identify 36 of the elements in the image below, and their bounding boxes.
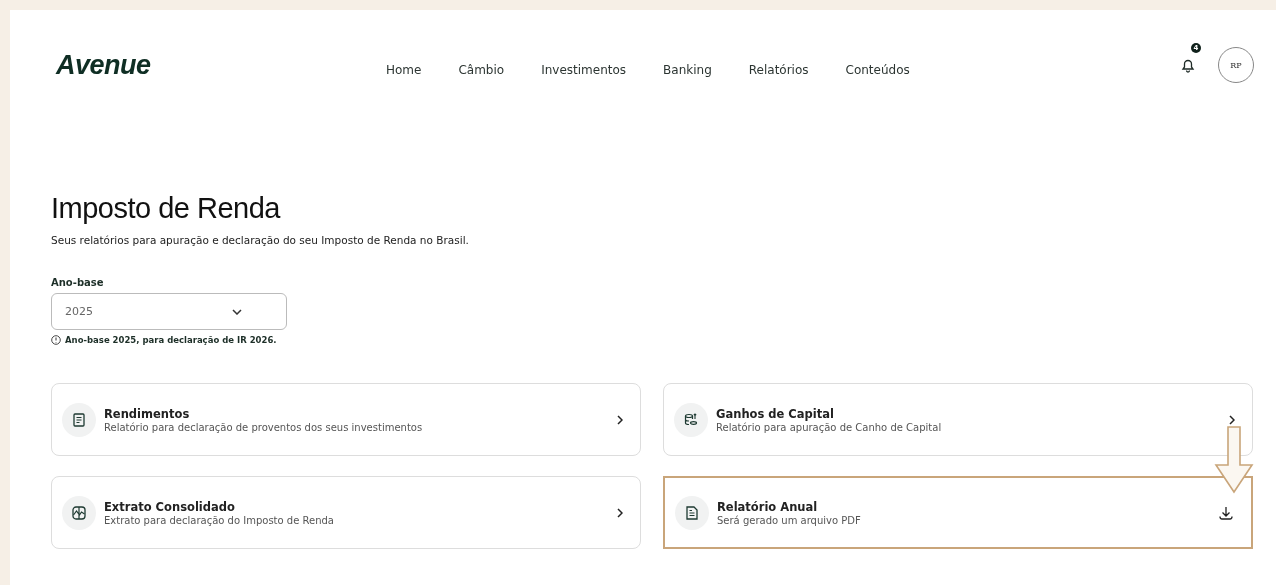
nav-link[interactable]: Conteúdos — [845, 63, 910, 77]
chevron-right-icon — [617, 507, 623, 518]
card-description: Relatório para apuração de Canho de Capital — [716, 421, 943, 433]
document-icon — [684, 504, 700, 521]
chevron-right-icon — [617, 414, 623, 425]
bell-icon — [1180, 57, 1196, 73]
logo[interactable]: Avenue — [56, 49, 386, 81]
chart-icon — [71, 504, 87, 521]
nav-link[interactable]: Banking — [663, 63, 712, 77]
info-icon — [51, 335, 61, 345]
download-icon — [1218, 504, 1234, 521]
nav-link[interactable]: Home — [386, 63, 422, 77]
coins-icon — [683, 411, 699, 428]
card-title: Extrato Consolidado — [104, 499, 236, 514]
page-subtitle: Seus relatórios para apuração e declaração do seu Imposto de Renda no Brasil. — [51, 234, 470, 246]
chevron-right-icon — [1229, 414, 1235, 425]
card-description: Será gerado um arquivo PDF — [717, 514, 862, 526]
report-card[interactable]: Relatório Anual Será gerado um arquivo PDF — [663, 476, 1253, 549]
card-title: Rendimentos — [104, 406, 191, 421]
card-title: Ganhos de Capital — [716, 406, 835, 421]
chevron-down-icon — [232, 308, 242, 315]
year-dropdown[interactable]: 2025 — [51, 293, 287, 330]
report-card[interactable]: Rendimentos Relatório para declaração de proventos dos seus investimentos — [51, 383, 641, 456]
nav-link[interactable]: Investimentos — [541, 63, 627, 77]
card-title: Relatório Anual — [717, 499, 819, 514]
down-arrow-drawing — [1214, 426, 1254, 494]
nav-link[interactable]: Câmbio — [458, 63, 505, 77]
field-label: Ano-base — [51, 277, 105, 288]
nav-link[interactable]: Relatórios — [748, 63, 809, 77]
receipt-icon — [71, 411, 87, 428]
report-card[interactable]: Extrato Consolidado Extrato para declaração do Imposto de Renda — [51, 476, 641, 549]
page-title: Imposto de Renda — [51, 192, 282, 225]
card-description: Extrato para declaração do Imposto de Renda — [104, 514, 335, 526]
hint-text: Ano-base 2025, para declaração de IR 2026. — [65, 335, 277, 345]
notification-button[interactable] — [1180, 57, 1196, 73]
card-description: Relatório para declaração de proventos dos seus investimentos — [104, 421, 424, 433]
